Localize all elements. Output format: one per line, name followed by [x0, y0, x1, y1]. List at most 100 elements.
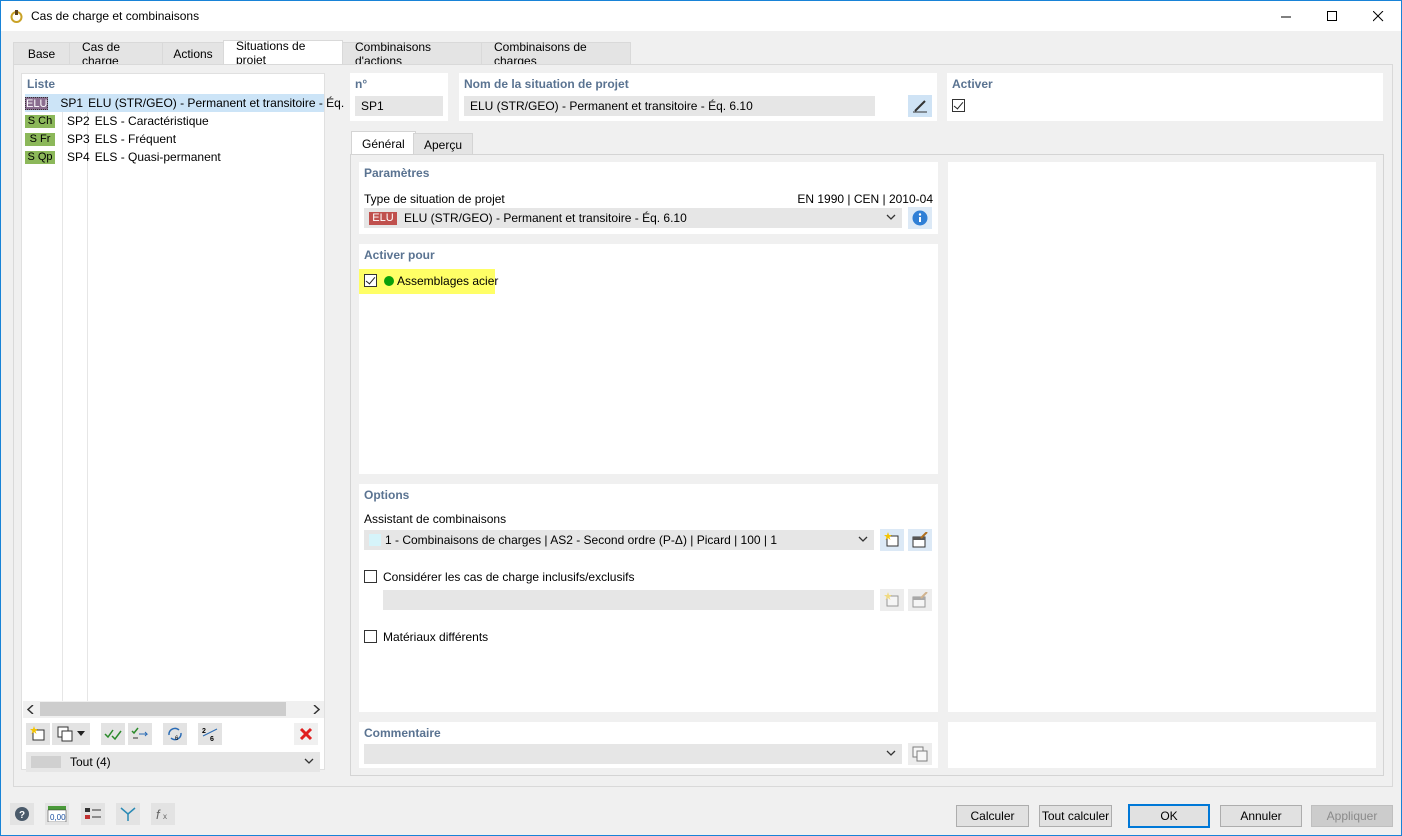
new-item-button[interactable]	[26, 723, 50, 745]
tab-design-situations[interactable]: Situations de projet	[223, 39, 343, 67]
svg-text:6: 6	[210, 736, 214, 742]
combination-wizard-select[interactable]: 1 - Combinaisons de charges | AS2 - Seco…	[364, 530, 874, 550]
comment-select[interactable]	[364, 744, 902, 764]
title-bar: Cas de charge et combinaisons	[1, 1, 1401, 31]
ok-button[interactable]: OK	[1128, 804, 1210, 828]
renumber-button[interactable]: 6	[163, 723, 187, 745]
copy-dropdown-button[interactable]	[52, 723, 90, 745]
situation-label: ELS - Quasi-permanent	[94, 150, 221, 164]
new-icon	[884, 592, 899, 607]
situation-id: SP2	[67, 114, 90, 128]
renumber-icon: 6	[168, 727, 182, 742]
tab-action-combinations[interactable]: Combinaisons d'actions	[342, 40, 482, 68]
info-icon	[912, 210, 928, 226]
new-inclusive-button[interactable]	[880, 589, 904, 611]
list-item[interactable]: S Qp SP4 ELS - Quasi-permanent	[25, 148, 221, 166]
combination-wizard-value: 1 - Combinaisons de charges | AS2 - Seco…	[385, 533, 778, 547]
activate-for-header: Activer pour	[364, 248, 435, 262]
tab-load-combinations[interactable]: Combinaisons de charges	[481, 40, 631, 68]
scroll-left-icon[interactable]	[27, 705, 35, 714]
list-panel: Liste ELU SP1 ELU (STR/GEO) - Permanent …	[21, 73, 344, 772]
type-tag: ELU	[369, 211, 397, 225]
check-all-button[interactable]	[101, 723, 125, 745]
close-button[interactable]	[1355, 1, 1401, 31]
help-button[interactable]: ?	[10, 803, 34, 825]
inclusive-exclusive-checkbox[interactable]	[364, 570, 377, 583]
list-filter-select[interactable]: Tout (4)	[26, 752, 320, 772]
list-item[interactable]: S Fr SP3 ELS - Fréquent	[25, 130, 176, 148]
comment-library-button[interactable]	[908, 743, 932, 765]
units-button[interactable]: 0,00	[45, 803, 69, 825]
scroll-thumb[interactable]	[40, 702, 286, 716]
name-field[interactable]: ELU (STR/GEO) - Permanent et transitoire…	[464, 96, 875, 116]
situation-id: SP4	[67, 150, 90, 164]
tab-preview[interactable]: Aperçu	[413, 133, 474, 155]
chevron-down-icon	[886, 214, 896, 220]
filter-color-swatch	[31, 756, 61, 768]
svg-text:x: x	[163, 812, 167, 821]
chevron-down-icon	[858, 536, 868, 542]
tab-general[interactable]: Général	[351, 131, 416, 155]
activate-for-group: Activer pour Assemblages acier	[359, 244, 938, 474]
edit-wizard-button[interactable]	[908, 529, 932, 551]
chevron-down-icon	[886, 750, 896, 756]
situation-label: ELS - Fréquent	[94, 132, 177, 146]
parameters-header: Paramètres	[364, 166, 430, 180]
new-wizard-button[interactable]	[880, 529, 904, 551]
comment-header: Commentaire	[364, 726, 441, 740]
cancel-button[interactable]: Annuler	[1220, 805, 1302, 827]
delete-button[interactable]	[294, 723, 318, 745]
list-header: Liste	[27, 77, 56, 91]
situation-id: SP3	[67, 132, 90, 146]
wizard-color-swatch	[369, 534, 381, 546]
calculate-button[interactable]: Calculer	[956, 805, 1029, 827]
display-settings-button[interactable]	[81, 803, 105, 825]
situation-tag: S Qp	[25, 150, 55, 164]
steel-joints-checkbox[interactable]	[364, 274, 377, 287]
new-icon	[30, 726, 45, 741]
tab-base[interactable]: Base	[13, 42, 70, 64]
formula-icon: fx	[156, 807, 167, 822]
calculate-all-button[interactable]: Tout calculer	[1039, 805, 1112, 827]
maximize-icon	[1326, 10, 1337, 21]
info-button[interactable]	[908, 207, 932, 229]
activate-label: Activer	[952, 77, 993, 91]
tab-actions[interactable]: Actions	[162, 42, 224, 64]
number-field[interactable]: SP1	[355, 96, 443, 116]
different-materials-label: Matériaux différents	[383, 630, 489, 644]
toggle-check-button[interactable]	[128, 723, 152, 745]
edit-icon	[913, 100, 927, 113]
list-column-divider	[87, 94, 88, 706]
different-materials-checkbox[interactable]	[364, 630, 377, 643]
sort-button[interactable]: 26	[198, 723, 222, 745]
list-item[interactable]: ELU SP1 ELU (STR/GEO) - Permanent et tra…	[25, 94, 344, 112]
model-view-icon	[120, 807, 136, 821]
edit-name-button[interactable]	[908, 95, 932, 117]
display-settings-icon	[85, 808, 101, 819]
edit-window-icon	[912, 532, 928, 548]
copy-icon	[57, 726, 73, 742]
status-dot-icon	[384, 276, 394, 286]
activate-checkbox[interactable]	[952, 99, 965, 112]
situation-type-select[interactable]: ELU ELU (STR/GEO) - Permanent et transit…	[364, 208, 902, 228]
horizontal-scrollbar[interactable]	[23, 701, 324, 718]
apply-button[interactable]: Appliquer	[1311, 805, 1393, 827]
standard-label: EN 1990 | CEN | 2010-04	[797, 192, 933, 206]
tab-load-cases[interactable]: Cas de charge	[69, 40, 163, 68]
inclusive-exclusive-label: Considérer les cas de charge inclusifs/e…	[383, 570, 635, 584]
model-view-button[interactable]	[116, 803, 140, 825]
name-label: Nom de la situation de projet	[464, 77, 629, 91]
maximize-button[interactable]	[1309, 1, 1355, 31]
comment-group: Commentaire	[359, 722, 938, 768]
edit-inclusive-button[interactable]	[908, 589, 932, 611]
options-group: Options Assistant de combinaisons 1 - Co…	[359, 484, 938, 712]
copy-icon	[912, 746, 928, 762]
situation-label: ELU (STR/GEO) - Permanent et transitoire…	[88, 96, 345, 110]
scroll-right-icon[interactable]	[312, 705, 320, 714]
inclusive-exclusive-select[interactable]	[383, 590, 874, 610]
formula-button[interactable]: fx	[151, 803, 175, 825]
dropdown-arrow-icon	[77, 731, 85, 736]
app-icon	[10, 10, 23, 23]
minimize-button[interactable]	[1263, 1, 1309, 31]
list-item[interactable]: S Ch SP2 ELS - Caractéristique	[25, 112, 209, 130]
